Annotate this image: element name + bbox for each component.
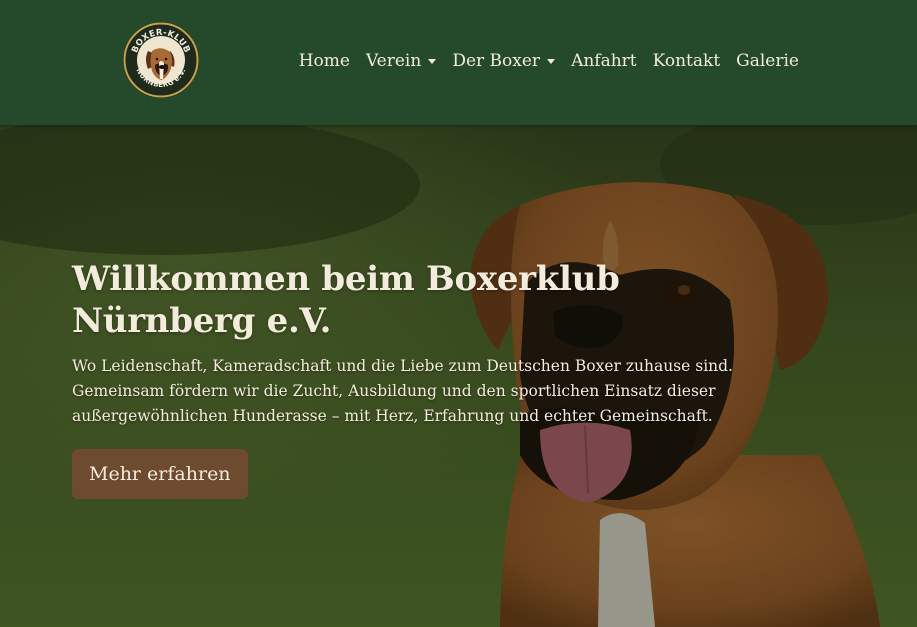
nav-item-label: Der Boxer xyxy=(452,51,541,71)
hero-description: Wo Leidenschaft, Kameradschaft und die L… xyxy=(72,357,733,425)
hero-title-line-1: Willkommen beim Boxerklub xyxy=(72,259,620,299)
caret-down-icon xyxy=(428,59,437,64)
hero-title-line-2: Nürnberg e.V. xyxy=(72,301,332,341)
nav-item-anfahrt[interactable]: Anfahrt xyxy=(571,50,637,72)
mehr-erfahren-button[interactable]: Mehr erfahren xyxy=(72,449,248,499)
hero-content: Willkommen beim Boxerklub Nürnberg e.V. … xyxy=(72,258,752,499)
nav-item-home[interactable]: Home xyxy=(299,50,350,72)
caret-down-icon xyxy=(547,59,556,64)
nav-item-verein[interactable]: Verein xyxy=(365,50,437,72)
site-header: BOXER-KLUB NÜRNBERG e.V. Home Verein Der… xyxy=(0,0,917,125)
nav-item-kontakt[interactable]: Kontakt xyxy=(653,50,721,72)
hero-section: Willkommen beim Boxerklub Nürnberg e.V. … xyxy=(0,125,917,627)
boxer-dog-emblem-icon: BOXER-KLUB NÜRNBERG e.V. xyxy=(123,22,199,98)
nav-item-der-boxer[interactable]: Der Boxer xyxy=(452,50,556,72)
hero-title: Willkommen beim Boxerklub Nürnberg e.V. xyxy=(72,258,752,342)
nav-item-label: Kontakt xyxy=(652,51,721,71)
main-navigation: Home Verein Der Boxer Anfahrt Kontakt Ga… xyxy=(299,50,799,72)
nav-item-label: Home xyxy=(298,51,350,71)
nav-item-galerie[interactable]: Galerie xyxy=(736,50,799,72)
nav-item-label: Anfahrt xyxy=(571,51,637,71)
nav-item-label: Galerie xyxy=(736,51,799,71)
nav-item-label: Verein xyxy=(365,51,422,71)
club-logo[interactable]: BOXER-KLUB NÜRNBERG e.V. xyxy=(122,21,200,99)
